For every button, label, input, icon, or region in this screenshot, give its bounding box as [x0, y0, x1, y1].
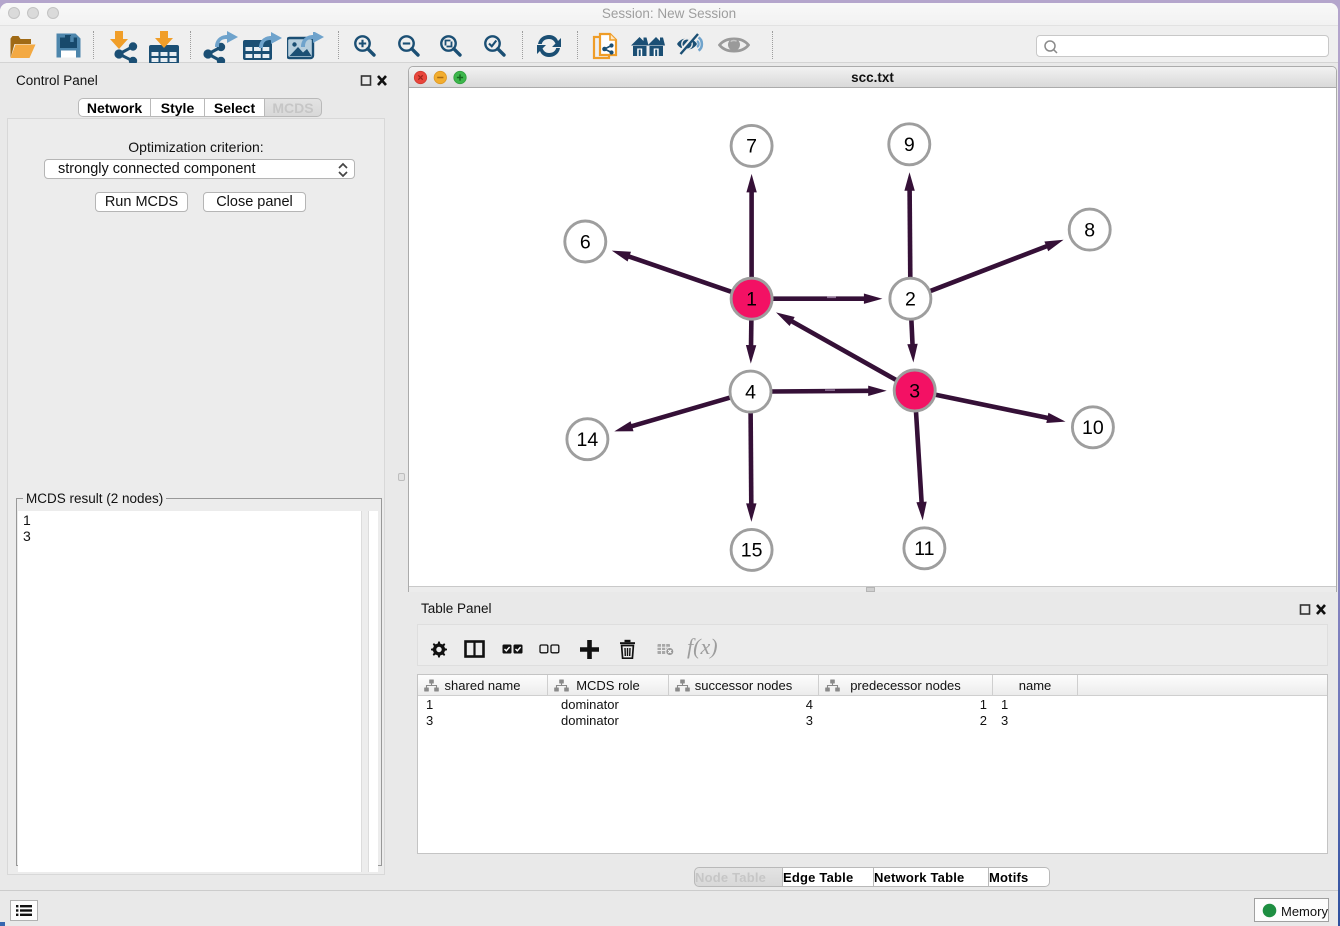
svg-text:1: 1: [746, 289, 757, 311]
svg-text:4: 4: [745, 381, 756, 403]
svg-text:3: 3: [909, 380, 920, 402]
svg-text:6: 6: [580, 231, 591, 253]
svg-text:2: 2: [905, 289, 916, 311]
svg-text:11: 11: [914, 538, 934, 560]
svg-text:7: 7: [746, 136, 757, 158]
svg-text:14: 14: [577, 429, 599, 451]
svg-text:8: 8: [1084, 219, 1095, 241]
svg-text:10: 10: [1082, 417, 1104, 439]
svg-text:15: 15: [741, 540, 763, 562]
svg-text:9: 9: [904, 134, 915, 156]
